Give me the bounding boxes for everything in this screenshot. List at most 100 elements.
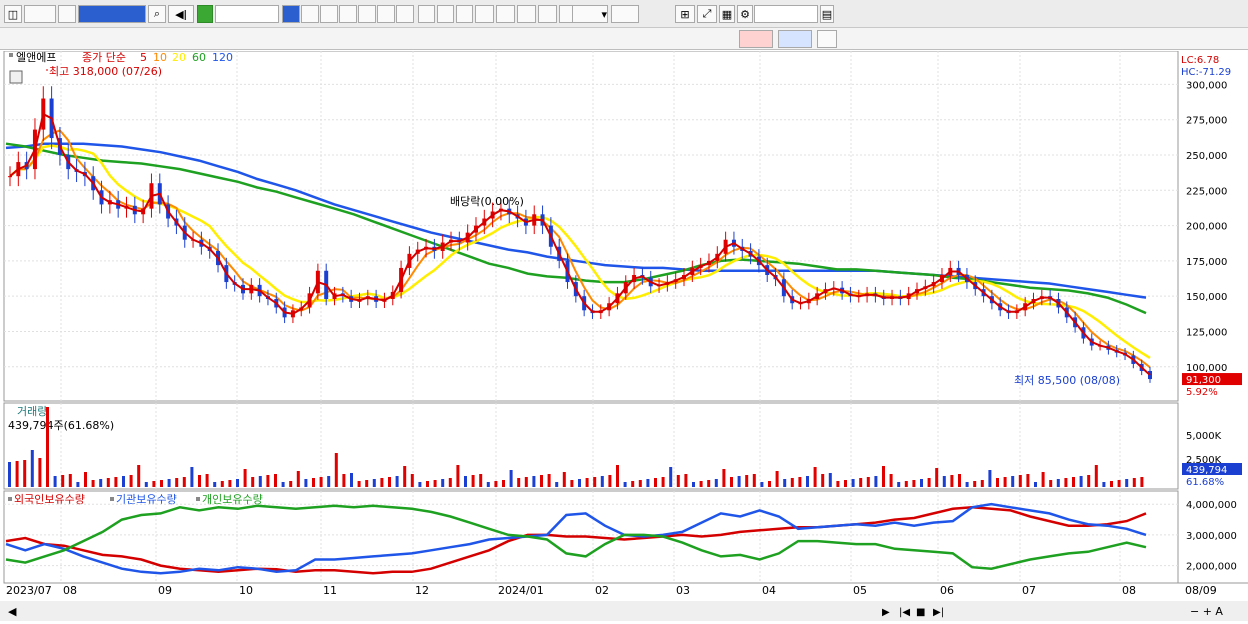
gear-icon[interactable]: ⚙ [737, 5, 753, 23]
main-toolbar: ◫ ⌕ ◀ǀ ▾ ⊞ ⤢ ▦ ⚙ ▤ [0, 0, 1248, 28]
sell-button[interactable] [778, 30, 812, 48]
search-icon[interactable]: ⌕ [148, 5, 166, 23]
legend-marker [9, 53, 13, 57]
count-1[interactable] [418, 5, 435, 23]
volume-bar [844, 480, 847, 487]
chart-tool-icon[interactable]: ⊞ [675, 5, 695, 23]
volume-bar [342, 474, 346, 487]
volume-bar [828, 473, 832, 487]
volume-bar [783, 479, 787, 487]
x-tick-label: 08 [1122, 584, 1136, 597]
volume-bar [137, 465, 141, 487]
lc-label: LC:6.78 [1181, 55, 1219, 66]
volume-bar [707, 480, 711, 487]
hc-label: HC:-71.29 [1181, 67, 1231, 78]
volume-bar [760, 482, 764, 487]
volume-title: 거래량 [17, 405, 47, 418]
flat-button[interactable] [817, 30, 837, 48]
volume-bar [403, 466, 407, 487]
window-menu-icon[interactable]: ◫ [4, 5, 22, 23]
period-주[interactable] [301, 5, 319, 23]
date-input[interactable] [754, 5, 818, 23]
volume-bar [616, 465, 619, 487]
volume-last-pct: 61.68% [1186, 477, 1224, 488]
volume-bar [334, 453, 338, 487]
last-price-label: 91,300 [1186, 375, 1221, 386]
stock-name-field[interactable] [215, 5, 279, 23]
period-월[interactable] [320, 5, 338, 23]
volume-bar [973, 481, 977, 487]
count-20[interactable] [496, 5, 515, 23]
volume-bar [950, 475, 954, 487]
volume-bar [570, 480, 574, 487]
volume-bar [813, 467, 817, 487]
stock-code-input[interactable] [78, 5, 146, 23]
volume-bar [730, 477, 733, 487]
market-select[interactable] [24, 5, 56, 23]
volume-bar [8, 462, 11, 487]
volume-bar [737, 476, 741, 487]
volume-bar [996, 478, 999, 487]
volume-bar [205, 474, 209, 487]
volume-bar [243, 469, 247, 487]
ma60-legend: 60 [192, 51, 206, 64]
volume-bar [1087, 475, 1091, 487]
scroll-left-icon: ◀ [8, 605, 17, 618]
volume-bar [920, 479, 923, 487]
calendar-icon[interactable]: ▤ [820, 5, 834, 23]
volume-bar [1079, 476, 1083, 487]
x-tick-label: 05 [853, 584, 867, 597]
volume-bar [258, 476, 262, 487]
volume-bar [654, 478, 657, 487]
count-5[interactable] [456, 5, 473, 23]
volume-bar [1049, 480, 1053, 487]
ma5-legend: 5 [140, 51, 147, 64]
volume-bar [1056, 479, 1060, 487]
range-dropdown[interactable]: ▾ [572, 5, 608, 23]
x-tick-label: 12 [415, 584, 429, 597]
volume-bar [251, 477, 255, 487]
calculator-icon [9, 70, 23, 84]
count-3[interactable] [437, 5, 454, 23]
volume-bar [593, 477, 597, 487]
period-분[interactable] [358, 5, 376, 23]
x-tick-label: 03 [676, 584, 690, 597]
x-tick-label: 2024/01 [498, 584, 544, 597]
legend-marker [8, 497, 12, 501]
drawing-tool-icon[interactable]: ⤢ [697, 5, 717, 23]
sound-icon[interactable]: ◀ǀ [168, 5, 194, 23]
scope-select[interactable] [58, 5, 76, 23]
period-일[interactable] [282, 5, 300, 23]
volume-bar [441, 479, 445, 487]
volume-bar [714, 479, 718, 487]
volume-bar [160, 480, 163, 487]
volume-bar [350, 473, 353, 487]
volume-bar [775, 471, 779, 487]
volume-value-label: 439,794주(61.68%) [8, 419, 114, 432]
y-tick-label: 175,000 [1186, 257, 1227, 268]
zoom-icons: − + A [1190, 605, 1223, 618]
count-10[interactable] [475, 5, 494, 23]
chart-svg: 2023/07 08 09 10 11 12 2024/01 02 03 04 05 06 07 08 08… [0, 50, 1248, 621]
grid-icon[interactable]: ▦ [719, 5, 735, 23]
volume-bar [372, 479, 376, 487]
volume-bar [448, 478, 452, 487]
volume-y-tick: 5,000K [1186, 431, 1222, 442]
candle-body [8, 176, 12, 178]
scroll-control-icon: ▶ [882, 607, 890, 618]
range-value-input[interactable] [611, 5, 639, 23]
x-tick-label: 11 [323, 584, 337, 597]
volume-bar [380, 478, 384, 487]
count-60[interactable] [538, 5, 557, 23]
count-30[interactable] [517, 5, 536, 23]
volume-bar [600, 476, 604, 487]
holdings-y-tick: 3,000,000 [1186, 531, 1237, 542]
volume-bar [106, 478, 110, 487]
buy-button[interactable] [739, 30, 773, 48]
period-틱[interactable] [396, 5, 414, 23]
volume-bar [821, 474, 825, 487]
ma10-legend: 10 [153, 51, 167, 64]
y-tick-label: 200,000 [1186, 222, 1227, 233]
period-초[interactable] [377, 5, 395, 23]
period-년[interactable] [339, 5, 357, 23]
